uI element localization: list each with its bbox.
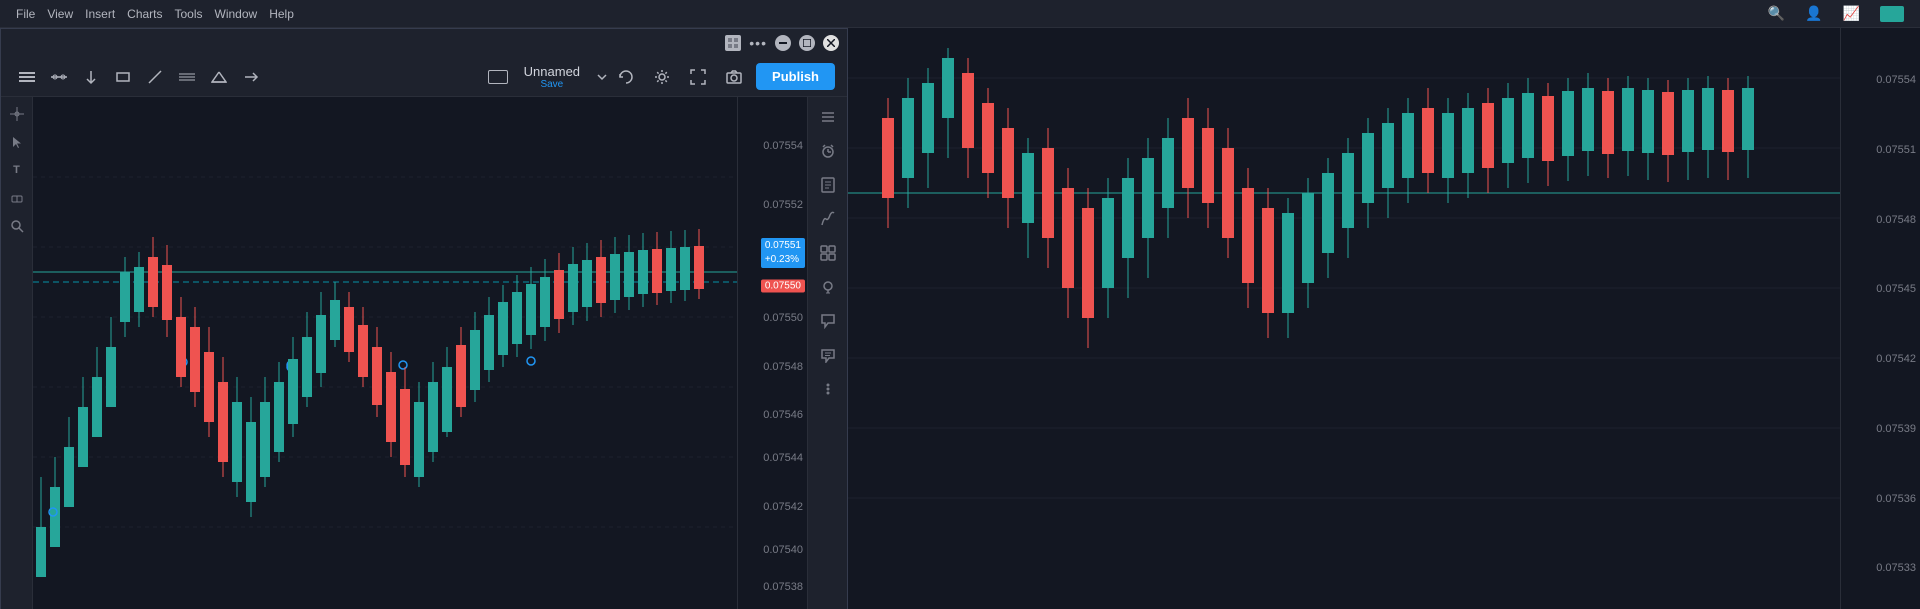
toolbar: Unnamed Save [1,57,847,97]
main-chart-area: M1 -0.41% 09:58:54 58/193 [848,28,1920,609]
menu-help[interactable]: Help [269,7,294,21]
price-current-bid: 0.07551 +0.23% [761,238,805,268]
publish-button[interactable]: Publish [756,63,835,90]
price-level-0: 0.07554 [763,140,803,152]
tool-rect-btn[interactable] [109,63,137,91]
window-titlebar: ••• [1,29,847,57]
window-maximize-btn[interactable] [799,35,815,51]
menu-charts[interactable]: Charts [127,7,162,21]
menu-insert[interactable]: Insert [85,7,115,21]
main-price-label-2: 0.07548 [1876,214,1916,226]
price-level-9: 0.07538 [763,581,803,593]
main-price-axis: 0.07554 0.07551 0.07548 0.07545 0.07542 … [1840,28,1920,609]
window-controls: ••• [725,35,839,51]
main-price-label-0: 0.07554 [1876,74,1916,86]
main-price-label-5: 0.07539 [1876,423,1916,435]
main-price-label-4: 0.07542 [1876,353,1916,365]
os-bar-right: 🔍 👤 📈 [1768,5,1904,22]
tool-hline-btn[interactable] [45,63,73,91]
chart-main: USDT [33,97,737,609]
left-tool-crosshair[interactable] [4,101,30,127]
refresh-icon[interactable] [612,63,640,91]
sidebar-chat-icon[interactable] [812,305,844,337]
search-icon[interactable]: 🔍 [1768,5,1785,22]
price-current-ask: 0.07550 [761,279,805,292]
tool-line-btn[interactable] [141,63,169,91]
left-toolbar: T [1,97,33,609]
tool-arrow-btn[interactable] [77,63,105,91]
menu-file[interactable]: File [16,7,35,21]
chart-name-btn[interactable]: Unnamed Save [516,62,588,92]
camera-icon[interactable] [720,63,748,91]
sidebar-screener-icon[interactable] [812,237,844,269]
tool-uptriangle-btn[interactable] [205,63,233,91]
main-chart-canvas: M1 -0.41% 09:58:54 58/193 [848,28,1840,609]
menu-view[interactable]: View [47,7,73,21]
chart-area: T USDT [1,97,847,609]
toolbar-center: Unnamed Save [488,62,608,92]
price-level-7: 0.07542 [763,501,803,513]
price-level-6: 0.07544 [763,452,803,464]
main-price-label-1: 0.07551 [1876,144,1916,156]
settings-icon[interactable] [648,63,676,91]
trading-icon[interactable]: 📈 [1843,5,1860,22]
fullscreen-icon[interactable] [684,63,712,91]
price-level-4: 0.07548 [763,361,803,373]
price-level-1: 0.07552 [763,199,803,211]
left-chart-svg [33,97,737,609]
sidebar-trending-icon[interactable] [812,203,844,235]
toolbar-right: Publish [612,63,835,91]
price-level-3: 0.07550 [763,312,803,324]
window-close-btn[interactable] [823,35,839,51]
right-sidebar [807,97,847,609]
window-grid-btn[interactable] [725,35,741,51]
price-axis: 0.07554 0.07552 0.07551 +0.23% 0.07550 0… [737,97,807,609]
right-chart-svg [848,28,1840,609]
chart-window: ••• [0,28,848,609]
left-tool-pointer[interactable] [4,129,30,155]
sidebar-ideas-icon[interactable] [812,271,844,303]
status-indicator [1880,6,1904,22]
tool-arrow-right-btn[interactable] [237,63,265,91]
sidebar-notes-icon[interactable] [812,169,844,201]
toolbar-left [13,63,484,91]
tool-menu-btn[interactable] [13,63,41,91]
sidebar-more-icon[interactable] [812,373,844,405]
price-level-5: 0.07546 [763,409,803,421]
left-tool-text[interactable]: T [4,157,30,183]
menu-tools[interactable]: Tools [175,7,203,21]
sidebar-watchlist-icon[interactable] [812,101,844,133]
menu-window[interactable]: Window [215,7,258,21]
shape-indicator [488,70,508,84]
main-price-label-3: 0.07545 [1876,283,1916,295]
dropdown-arrow-icon [596,71,608,83]
price-level-8: 0.07540 [763,544,803,556]
left-tool-zoom[interactable] [4,213,30,239]
chart-save-label: Save [540,79,563,90]
chart-name-label: Unnamed [524,64,580,79]
sidebar-alarm-icon[interactable] [812,135,844,167]
user-icon[interactable]: 👤 [1805,5,1822,22]
window-dots-btn[interactable]: ••• [749,35,767,51]
main-price-label-6: 0.07536 [1876,493,1916,505]
left-tool-eraser[interactable] [4,185,30,211]
os-bar: File View Insert Charts Tools Window Hel… [0,0,1920,28]
window-minimize-btn[interactable] [775,35,791,51]
tool-hlines-btn[interactable] [173,63,201,91]
sidebar-messages-icon[interactable] [812,339,844,371]
os-menu-left: File View Insert Charts Tools Window Hel… [16,7,294,21]
main-price-label-7: 0.07533 [1876,562,1916,574]
